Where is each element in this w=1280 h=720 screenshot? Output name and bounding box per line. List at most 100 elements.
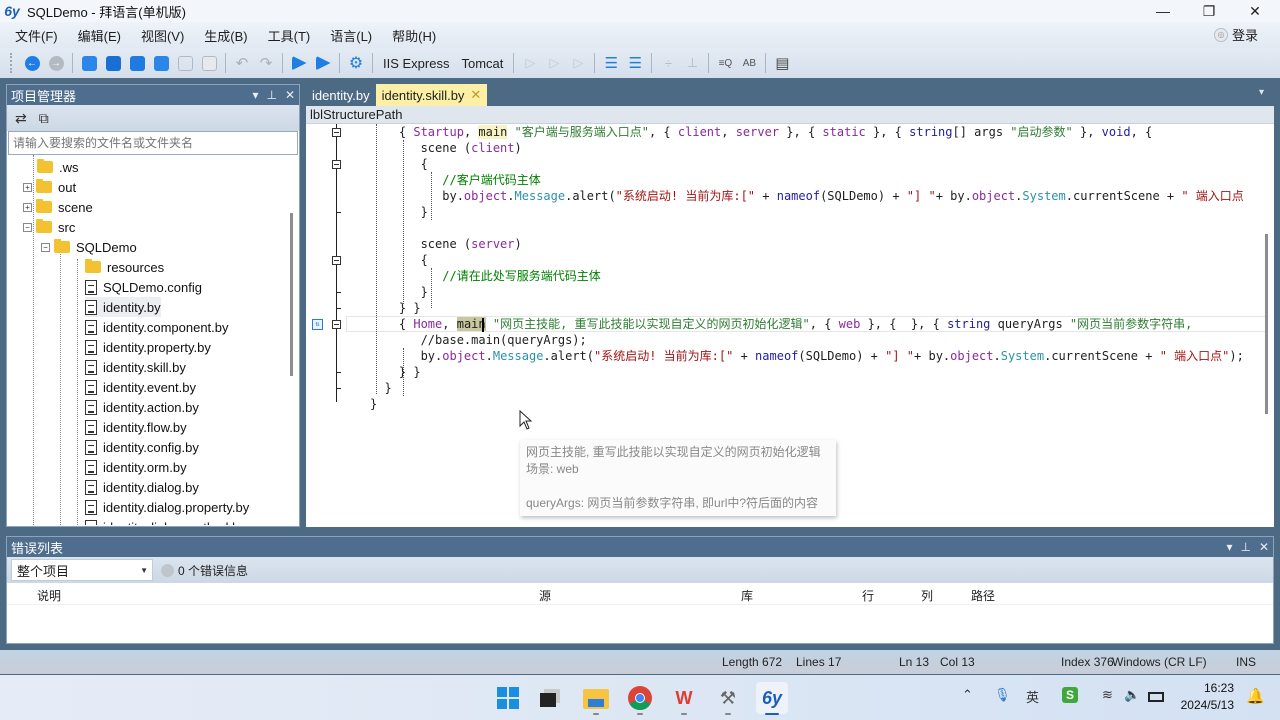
tree-scrollbar[interactable]: [290, 213, 293, 376]
save-all-button[interactable]: [198, 52, 220, 74]
tree-item[interactable]: identity.dialog.method.by: [85, 517, 246, 525]
list-button[interactable]: [126, 52, 148, 74]
step-button[interactable]: ▷: [519, 52, 541, 74]
wifi-icon[interactable]: ≋: [1102, 687, 1113, 703]
collapse-all-icon[interactable]: ⧉: [39, 110, 49, 127]
tree-item[interactable]: identity.orm.by: [85, 457, 187, 477]
add-item-button[interactable]: [102, 52, 124, 74]
back-button[interactable]: ←: [21, 52, 43, 74]
system-clock[interactable]: 16:23 2024/5/13: [1181, 680, 1234, 714]
tree-item[interactable]: identity.event.by: [85, 377, 196, 397]
pin-icon[interactable]: ⊥: [266, 88, 276, 102]
menu-build[interactable]: 生成(B): [194, 26, 257, 45]
tree-item[interactable]: identity.dialog.by: [85, 477, 199, 497]
build-button[interactable]: ⚙: [345, 52, 367, 74]
tree-item[interactable]: + out: [23, 177, 76, 197]
collapse-button[interactable]: ÷: [657, 52, 679, 74]
baiyuyan-button[interactable]: 6y: [756, 682, 788, 715]
minimize-button[interactable]: —: [1140, 0, 1186, 22]
iis-express-button[interactable]: IIS Express: [377, 56, 455, 71]
panel-close-icon[interactable]: ✕: [285, 88, 295, 102]
tomcat-button[interactable]: Tomcat: [455, 56, 509, 71]
forward-button[interactable]: →: [45, 52, 67, 74]
tree-item[interactable]: identity.by: [85, 297, 161, 317]
volume-icon[interactable]: 🔈: [1124, 687, 1140, 703]
column-description[interactable]: 说明: [37, 587, 61, 604]
tabs-dropdown-icon[interactable]: ▾: [1259, 87, 1264, 98]
expand-icon[interactable]: +: [23, 202, 32, 212]
maximize-button[interactable]: ❐: [1186, 0, 1232, 22]
outline-button[interactable]: ☰: [600, 52, 622, 74]
run-server-button[interactable]: [312, 52, 334, 74]
fold-toggle-icon[interactable]: [332, 128, 341, 137]
file-explorer-button[interactable]: [580, 682, 612, 715]
tree-item[interactable]: identity.config.by: [85, 437, 199, 457]
tree-item[interactable]: SQLDemo.config: [85, 277, 202, 297]
panel-close-icon[interactable]: ✕: [1259, 540, 1269, 554]
expand-button[interactable]: ⊥: [681, 52, 703, 74]
battery-icon[interactable]: [1148, 692, 1164, 702]
collapse-icon[interactable]: −: [23, 222, 32, 232]
fold-toggle-icon[interactable]: [332, 256, 341, 265]
find-button[interactable]: ≡Q: [714, 52, 736, 74]
tree-item[interactable]: identity.dialog.property.by: [85, 497, 249, 517]
tree-item[interactable]: .ws: [37, 157, 79, 177]
column-path[interactable]: 路径: [971, 587, 995, 604]
menu-file[interactable]: 文件(F): [5, 26, 68, 45]
editor-scrollbar[interactable]: [1265, 234, 1268, 414]
column-column[interactable]: 列: [921, 587, 933, 604]
panel-dropdown-icon[interactable]: ▾: [252, 88, 258, 102]
tree-item[interactable]: identity.component.by: [85, 317, 229, 337]
save-button[interactable]: [174, 52, 196, 74]
tree-item[interactable]: − SQLDemo: [41, 237, 137, 257]
undo-button[interactable]: ↶: [231, 52, 253, 74]
notification-bell-icon[interactable]: 🔔: [1246, 687, 1265, 705]
column-source[interactable]: 源: [539, 587, 551, 604]
panel-dropdown-icon[interactable]: ▾: [1226, 540, 1232, 554]
error-count-button[interactable]: 0 个错误信息: [161, 562, 248, 579]
wrap-button[interactable]: ☰: [624, 52, 646, 74]
tab-identity-by[interactable]: identity.by: [306, 84, 376, 106]
error-scope-select[interactable]: 整个项目 ▼: [11, 559, 153, 581]
tray-overflow-icon[interactable]: ⌃: [962, 687, 973, 703]
tree-item[interactable]: identity.property.by: [85, 337, 211, 357]
wps-button[interactable]: W: [668, 682, 700, 715]
column-line[interactable]: 行: [862, 587, 874, 604]
microphone-icon[interactable]: 🎙: [994, 687, 1011, 703]
tree-item[interactable]: − src: [23, 217, 75, 237]
tree-item[interactable]: + scene: [23, 197, 93, 217]
step-over-button[interactable]: ▷: [543, 52, 565, 74]
fold-toggle-icon[interactable]: [332, 320, 341, 329]
menu-language[interactable]: 语言(L): [320, 26, 382, 45]
sogou-icon[interactable]: S: [1062, 687, 1078, 703]
redo-button[interactable]: ↷: [255, 52, 277, 74]
tree-item[interactable]: identity.flow.by: [85, 417, 187, 437]
sync-icon[interactable]: ⇄: [15, 110, 27, 127]
step-out-button[interactable]: ▷: [567, 52, 589, 74]
fold-toggle-icon[interactable]: [332, 160, 341, 169]
layout-button[interactable]: ▤: [771, 52, 793, 74]
tree-item[interactable]: resources: [85, 257, 164, 277]
override-marker-icon[interactable]: ⇅: [312, 319, 323, 330]
file-search-input[interactable]: [8, 131, 298, 155]
menu-help[interactable]: 帮助(H): [382, 26, 446, 45]
tab-identity-skill-by[interactable]: identity.skill.by ✕: [375, 84, 488, 106]
chrome-button[interactable]: [624, 682, 656, 715]
new-project-button[interactable]: [78, 52, 100, 74]
menu-edit[interactable]: 编辑(E): [68, 26, 131, 45]
collapse-icon[interactable]: −: [41, 242, 50, 252]
pin-icon[interactable]: ⊥: [1240, 540, 1250, 554]
menu-tools[interactable]: 工具(T): [258, 26, 321, 45]
ime-indicator[interactable]: 英: [1026, 687, 1039, 706]
tool-button[interactable]: ⚒: [712, 682, 744, 715]
column-library[interactable]: 库: [741, 587, 753, 604]
task-view-button[interactable]: [534, 682, 566, 714]
run-client-button[interactable]: [288, 52, 310, 74]
close-button[interactable]: ✕: [1232, 0, 1278, 22]
tree-item[interactable]: identity.action.by: [85, 397, 199, 417]
tree-item[interactable]: identity.skill.by: [85, 357, 186, 377]
replace-button[interactable]: AB: [738, 52, 760, 74]
menu-view[interactable]: 视图(V): [131, 26, 194, 45]
tab-close-icon[interactable]: ✕: [470, 87, 481, 103]
checklist-button[interactable]: [150, 52, 172, 74]
